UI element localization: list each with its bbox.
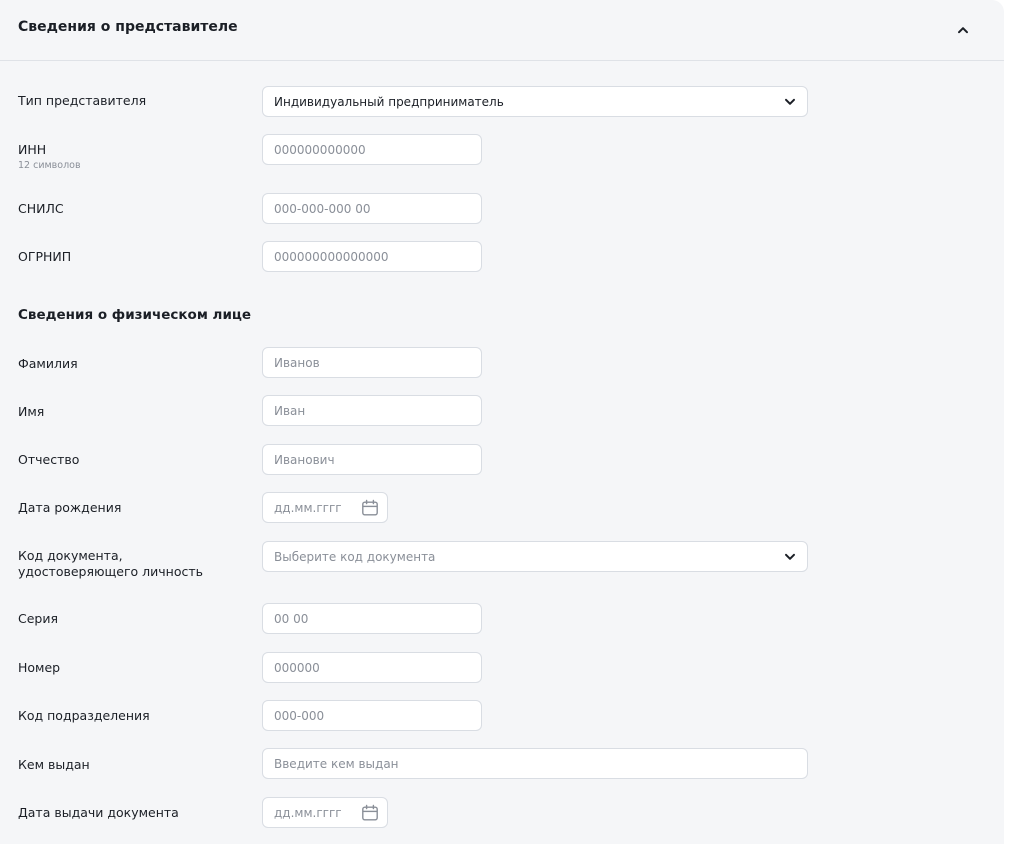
inn-hint: 12 символов [18, 160, 81, 171]
birth-date-label: Дата рождения [18, 500, 122, 515]
snils-input[interactable] [262, 193, 482, 224]
doc-code-label-line2: удостоверяющего личность [18, 564, 204, 579]
chevron-up-icon [957, 26, 969, 34]
birth-date-placeholder: дд.мм.гггг [274, 500, 342, 515]
doc-code-placeholder: Выберите код документа [274, 549, 436, 564]
issue-date-label: Дата выдачи документа [18, 805, 179, 820]
number-label: Номер [18, 660, 61, 675]
name-input[interactable] [262, 395, 482, 426]
issued-by-label: Кем выдан [18, 757, 90, 772]
number-input[interactable] [262, 652, 482, 683]
series-input[interactable] [262, 603, 482, 634]
name-label: Имя [18, 404, 45, 419]
calendar-icon[interactable] [361, 499, 379, 517]
surname-input[interactable] [262, 347, 482, 378]
issued-by-input[interactable] [262, 748, 808, 779]
person-section-title: Сведения о физическом лице [18, 307, 252, 323]
division-code-input[interactable] [262, 700, 482, 731]
panel-title: Сведения о представителе [18, 19, 238, 35]
representative-type-label: Тип представителя [18, 93, 147, 108]
doc-code-label: Код документа, удостоверяющего личность [18, 548, 203, 580]
calendar-icon[interactable] [361, 804, 379, 822]
issue-date-placeholder: дд.мм.гггг [274, 805, 342, 820]
panel-header: Сведения о представителе [0, 0, 1004, 61]
representative-type-value: Индивидуальный предприниматель [274, 94, 504, 109]
inn-input[interactable] [262, 134, 482, 165]
issue-date-input[interactable]: дд.мм.гггг [262, 797, 388, 828]
doc-code-label-line1: Код документа, [18, 548, 123, 563]
inn-label-text: ИНН [18, 142, 47, 157]
doc-code-select[interactable]: Выберите код документа [262, 541, 808, 572]
patronymic-input[interactable] [262, 444, 482, 475]
ogrnip-label: ОГРНИП [18, 249, 72, 264]
birth-date-input[interactable]: дд.мм.гггг [262, 492, 388, 523]
inn-label: ИНН 12 символов [18, 142, 81, 172]
snils-label: СНИЛС [18, 201, 64, 216]
representative-type-select[interactable]: Индивидуальный предприниматель [262, 86, 808, 117]
patronymic-label: Отчество [18, 452, 80, 467]
surname-label: Фамилия [18, 356, 78, 371]
series-label: Серия [18, 611, 58, 626]
chevron-down-icon [784, 553, 796, 561]
division-code-label: Код подразделения [18, 708, 150, 723]
representative-panel: Сведения о представителе Тип представите… [0, 0, 1004, 844]
collapse-button[interactable] [950, 18, 976, 42]
ogrnip-input[interactable] [262, 241, 482, 272]
chevron-down-icon [784, 98, 796, 106]
